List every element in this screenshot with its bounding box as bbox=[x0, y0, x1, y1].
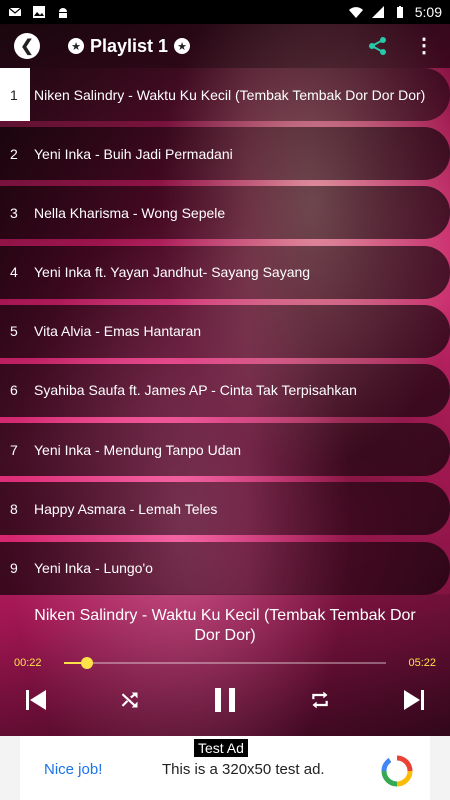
app-bar: ❮ ★ Playlist 1 ★ ⋮ bbox=[0, 24, 450, 68]
list-item[interactable]: 3 Nella Kharisma - Wong Sepele bbox=[0, 186, 450, 240]
battery-icon bbox=[396, 6, 403, 18]
track-number: 9 bbox=[10, 560, 18, 576]
shuffle-icon[interactable] bbox=[118, 686, 142, 714]
track-title: Happy Asmara - Lemah Teles bbox=[34, 500, 218, 517]
pause-icon[interactable] bbox=[212, 686, 238, 714]
total-time: 05:22 bbox=[408, 657, 436, 669]
player-panel: Niken Salindry - Waktu Ku Kecil (Tembak … bbox=[0, 594, 450, 736]
track-title: Yeni Inka - Lungo'o bbox=[34, 560, 153, 576]
track-title: Syahiba Saufa ft. James AP - Cinta Tak T… bbox=[34, 382, 357, 399]
status-right: 5:09 bbox=[348, 4, 442, 20]
track-title: Vita Alvia - Emas Hantaran bbox=[34, 323, 202, 340]
repeat-icon[interactable] bbox=[308, 686, 332, 714]
track-number: 5 bbox=[10, 323, 18, 340]
playlist: 1 Niken Salindry - Waktu Ku Kecil (Tembak… bbox=[0, 68, 450, 601]
status-bar: 5:09 bbox=[0, 0, 450, 24]
track-number: 1 bbox=[10, 86, 18, 103]
ad-banner[interactable]: Test Ad Nice job! This is a 320x50 test … bbox=[0, 736, 450, 800]
share-icon[interactable] bbox=[368, 36, 388, 56]
image-icon bbox=[33, 6, 45, 18]
seek-bar[interactable] bbox=[64, 657, 386, 669]
now-playing-title: Niken Salindry - Waktu Ku Kecil (Tembak … bbox=[34, 607, 416, 644]
track-title: Nella Kharisma - Wong Sepele bbox=[34, 204, 226, 221]
admob-logo-icon bbox=[381, 755, 413, 787]
list-item[interactable]: 2 Yeni Inka - Buih Jadi Permadani bbox=[0, 127, 450, 181]
ad-nice-text: Nice job! bbox=[44, 761, 103, 778]
title-wrap: ★ Playlist 1 ★ bbox=[68, 35, 191, 57]
ad-badge: Test Ad bbox=[194, 739, 248, 757]
track-number: 4 bbox=[10, 264, 18, 281]
current-time: 00:22 bbox=[14, 657, 42, 669]
track-title: Yeni Inka - Mendung Tanpo Udan bbox=[34, 441, 242, 458]
track-number: 6 bbox=[10, 382, 18, 399]
list-item[interactable]: 7 Yeni Inka - Mendung Tanpo Udan bbox=[0, 423, 450, 477]
status-time: 5:09 bbox=[414, 4, 442, 20]
list-item[interactable]: 9 Yeni Inka - Lungo'o bbox=[0, 541, 450, 595]
track-title: Yeni Inka ft. Yayan Jandhut- Sayang Saya… bbox=[34, 264, 311, 281]
mail-icon bbox=[8, 7, 22, 16]
star-icon: ★ bbox=[68, 38, 84, 54]
track-number: 3 bbox=[10, 204, 18, 221]
back-arrow-icon[interactable]: ❮ bbox=[14, 33, 40, 59]
track-number: 2 bbox=[10, 145, 18, 162]
wifi-icon bbox=[348, 7, 363, 18]
android-icon bbox=[59, 8, 67, 18]
ad-text: This is a 320x50 test ad. bbox=[162, 761, 325, 778]
signal-icon bbox=[371, 6, 384, 18]
page-title: Playlist 1 bbox=[90, 35, 169, 56]
skip-previous-icon[interactable] bbox=[22, 686, 50, 714]
star-icon: ★ bbox=[174, 38, 191, 54]
seek-thumb[interactable] bbox=[80, 657, 93, 669]
list-item[interactable]: 8 Happy Asmara - Lemah Teles bbox=[0, 482, 450, 536]
list-item[interactable]: 5 Vita Alvia - Emas Hantaran bbox=[0, 304, 450, 358]
list-item[interactable]: 6 Syahiba Saufa ft. James AP - Cinta Tak … bbox=[0, 363, 450, 417]
more-vertical-icon[interactable]: ⋮ bbox=[414, 36, 434, 56]
list-item[interactable]: 4 Yeni Inka ft. Yayan Jandhut- Sayang Say… bbox=[0, 245, 450, 299]
status-left bbox=[8, 5, 70, 19]
track-title: Niken Salindry - Waktu Ku Kecil (Tembak … bbox=[34, 86, 426, 103]
list-item[interactable]: 1 Niken Salindry - Waktu Ku Kecil (Tembak… bbox=[0, 68, 450, 121]
track-number: 7 bbox=[10, 441, 18, 458]
track-title: Yeni Inka - Buih Jadi Permadani bbox=[34, 145, 233, 162]
track-number: 8 bbox=[10, 500, 18, 517]
skip-next-icon[interactable] bbox=[400, 686, 428, 714]
